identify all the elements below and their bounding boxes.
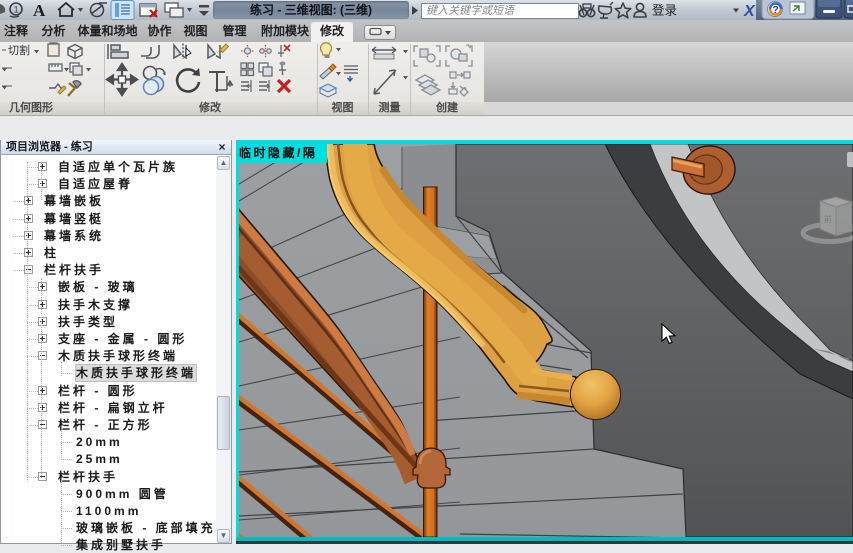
svg-text:登录: 登录 — [652, 3, 677, 18]
svg-text:X: X — [743, 3, 756, 20]
svg-text:前: 前 — [824, 214, 832, 224]
svg-text:1: 1 — [14, 5, 19, 15]
svg-text:A: A — [33, 1, 46, 20]
svg-text:切割: 切割 — [8, 43, 30, 57]
svg-text:?: ? — [773, 5, 779, 16]
